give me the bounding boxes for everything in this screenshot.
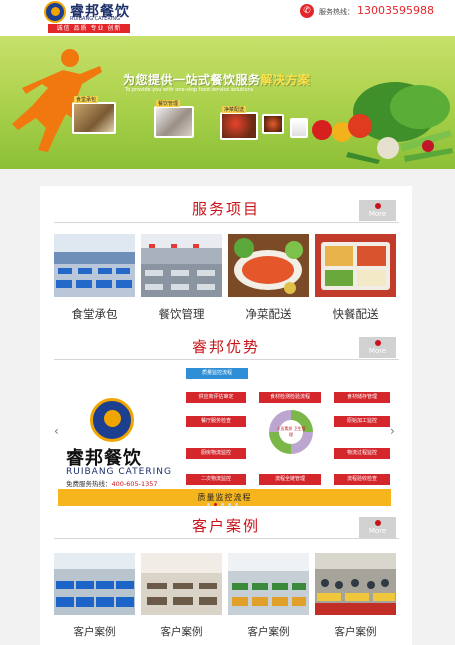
site-logo[interactable]: 睿邦餐饮 RUIBANG CATERING 诚信 品质 专业 创新 — [44, 1, 134, 33]
cases-title: 客户案例 — [191, 517, 260, 535]
services-more-button[interactable]: More — [359, 200, 396, 221]
vegetables-illustration-icon — [312, 82, 453, 164]
phone-icon: ✆ — [300, 4, 314, 18]
banner-photo-management: 餐饮管理 — [154, 100, 194, 138]
slide-dot-active[interactable] — [214, 503, 217, 506]
logo-slogan: 诚信 品质 专业 创新 — [48, 24, 130, 33]
slide-dot[interactable] — [235, 503, 238, 506]
banner-photo-vegetables: 净菜配送 — [220, 106, 258, 140]
slide-prev-arrow-icon[interactable]: ‹ — [54, 424, 59, 438]
flow-box: 食材储存管理 — [334, 392, 390, 403]
flow-box: 餐厅服务检查 — [186, 416, 246, 427]
flow-box: 物流过程监控 — [334, 448, 390, 459]
advantages-title: 睿邦优势 — [191, 338, 260, 356]
advantages-slide[interactable]: ‹ › 睿邦餐饮 RUIBANG CATERING 免费服务热线：400-605… — [54, 368, 399, 498]
services-divider — [54, 222, 399, 223]
slide-hotline: 免费服务热线：400-605-1357 — [66, 480, 158, 488]
case-label[interactable]: 客户案例 — [228, 624, 309, 639]
slide-dot[interactable] — [228, 503, 231, 506]
hotline-label: 服务热线： — [319, 8, 354, 16]
slide-next-arrow-icon[interactable]: › — [390, 424, 395, 438]
logo-mark-icon — [44, 1, 66, 23]
flow-box: 供应商评估审定 — [186, 392, 246, 403]
hotline-number[interactable]: 13003595988 — [357, 4, 434, 17]
service-tile-fastfood[interactable] — [315, 234, 396, 297]
more-dot-icon — [374, 340, 381, 346]
service-tile-management[interactable] — [141, 234, 222, 297]
site-header: 睿邦餐饮 RUIBANG CATERING 诚信 品质 专业 创新 ✆ 服务热线… — [0, 0, 455, 36]
service-label-management[interactable]: 餐饮管理 — [141, 306, 222, 322]
case-tile[interactable] — [141, 553, 222, 615]
slide-dot[interactable] — [207, 503, 210, 506]
service-label-canteen[interactable]: 食堂承包 — [54, 306, 135, 322]
more-dot-icon — [374, 203, 381, 209]
flow-box: 原始加工监控 — [334, 416, 390, 427]
advantages-divider — [54, 359, 399, 360]
service-tile-canteen[interactable] — [54, 234, 135, 297]
more-dot-icon — [374, 520, 381, 526]
cases-more-button[interactable]: More — [359, 517, 396, 538]
banner-subtitle: To provide you with one-stop food servic… — [125, 87, 254, 93]
brand-logo-icon — [90, 398, 134, 442]
case-label[interactable]: 客户案例 — [141, 624, 222, 639]
flow-box: 二次物流监控 — [186, 474, 246, 485]
banner-photo-canteen: 食堂承包 — [72, 96, 116, 134]
flow-box: 流程全链管理 — [259, 474, 321, 485]
case-tile[interactable] — [228, 553, 309, 615]
case-label[interactable]: 客户案例 — [315, 624, 396, 639]
flow-box: 流程验收检查 — [334, 474, 390, 485]
services-title: 服务项目 — [191, 200, 260, 218]
case-tile[interactable] — [54, 553, 135, 615]
slide-dot[interactable] — [221, 503, 224, 506]
cases-divider — [54, 538, 399, 539]
service-label-fastfood[interactable]: 快餐配送 — [315, 306, 396, 322]
slide-brand-english: RUIBANG CATERING — [66, 467, 172, 477]
banner-photo-dish — [262, 114, 284, 134]
logo-english-name: RUIBANG CATERING — [70, 16, 120, 22]
flow-box: 食材检测检验流程 — [259, 392, 321, 403]
flow-box: 厨房物流监控 — [186, 448, 246, 459]
flow-top-box: 质量监控流程 — [186, 368, 248, 379]
advantages-more-button[interactable]: More — [359, 337, 396, 358]
slide-pagination[interactable] — [207, 503, 247, 507]
service-tile-vegetables[interactable] — [228, 234, 309, 297]
case-label[interactable]: 客户案例 — [54, 624, 135, 639]
hero-banner[interactable]: 为您提供一站式餐饮服务解决方案 To provide you with one-… — [0, 36, 455, 169]
flow-center-text: 人员素质 卫生管理 — [276, 426, 306, 437]
content-card: 服务项目 More 食堂承包 餐饮管理 净菜配送 快餐配送 睿邦优势 More … — [40, 186, 412, 645]
banner-title: 为您提供一站式餐饮服务解决方案 — [123, 73, 311, 87]
service-label-vegetables[interactable]: 净菜配送 — [228, 306, 309, 322]
case-tile[interactable] — [315, 553, 396, 615]
